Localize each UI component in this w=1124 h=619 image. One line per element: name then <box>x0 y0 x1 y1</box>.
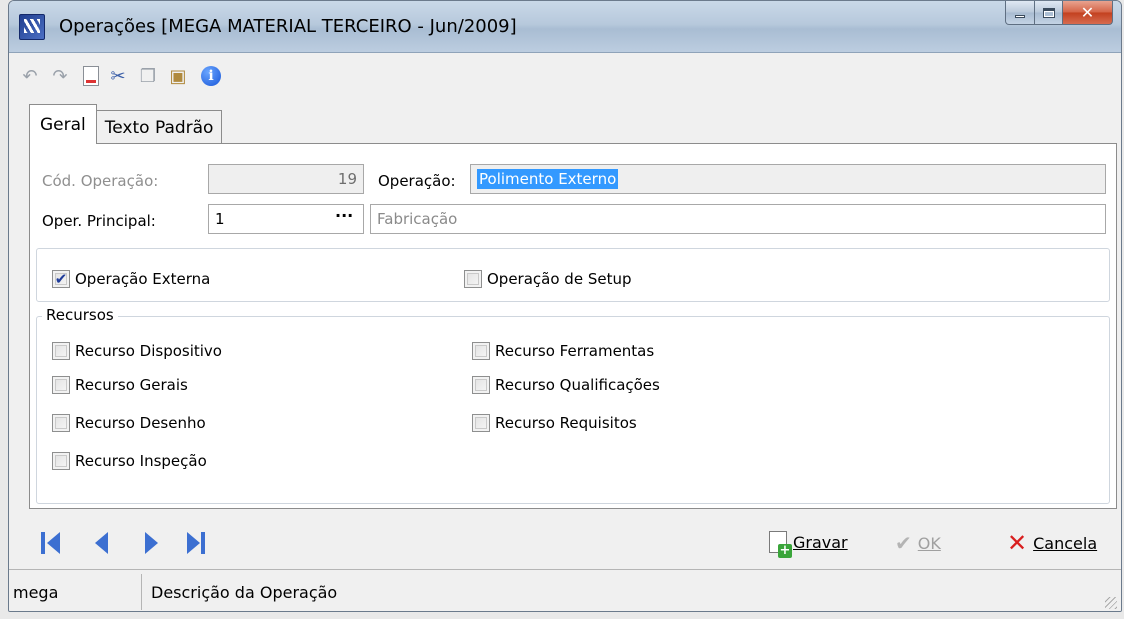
gravar-button[interactable]: Gravar <box>769 531 848 558</box>
tab-geral[interactable]: Geral <box>29 104 97 144</box>
oper-principal-desc: Fabricação <box>377 210 458 228</box>
operacao-input[interactable]: Polimento Externo <box>470 164 1106 194</box>
recurso-inspecao-checkbox[interactable]: Recurso Inspeção <box>52 452 207 470</box>
recurso-dispositivo-checkbox-box <box>52 342 70 360</box>
recurso-dispositivo-label: Recurso Dispositivo <box>75 342 222 360</box>
window-controls: ✕ <box>1005 1 1113 29</box>
recurso-desenho-checkbox-box <box>52 414 70 432</box>
cancel-x-icon: ✕ <box>1007 529 1028 557</box>
ok-label: OK <box>917 533 941 553</box>
cancela-button[interactable]: ✕ Cancela <box>1007 531 1097 555</box>
operacao-setup-checkbox-box <box>464 270 482 288</box>
cod-operacao-field: 19 <box>208 164 364 194</box>
operacao-externa-label: Operação Externa <box>75 270 211 288</box>
recurso-inspecao-label: Recurso Inspeção <box>75 452 207 470</box>
last-record-icon <box>201 532 205 554</box>
recurso-inspecao-checkbox-box <box>52 452 70 470</box>
recurso-ferramentas-label: Recurso Ferramentas <box>495 342 655 360</box>
recurso-qualificacoes-checkbox-box <box>472 376 490 394</box>
window-title: Operações [MEGA MATERIAL TERCEIRO - Jun/… <box>59 16 517 37</box>
recurso-desenho-checkbox[interactable]: Recurso Desenho <box>52 414 206 432</box>
recurso-qualificacoes-label: Recurso Qualificações <box>495 376 660 394</box>
navigation-bar: Gravar ✔ OK ✕ Cancela <box>9 517 1121 567</box>
operacao-setup-label: Operação de Setup <box>487 270 632 288</box>
recurso-gerais-checkbox[interactable]: Recurso Gerais <box>52 376 188 394</box>
operacao-setup-checkbox[interactable]: Operação de Setup <box>464 270 631 288</box>
operacao-value: Polimento Externo <box>477 169 619 189</box>
close-button[interactable]: ✕ <box>1063 1 1113 25</box>
maximize-button[interactable] <box>1035 1 1063 25</box>
copy-icon[interactable]: ❐ <box>137 65 159 87</box>
new-document-icon[interactable] <box>83 66 99 86</box>
recurso-dispositivo-checkbox[interactable]: Recurso Dispositivo <box>52 342 222 360</box>
operacao-label: Operação: <box>378 172 456 190</box>
paste-icon[interactable]: ▣ <box>167 65 189 87</box>
cancela-label: Cancela <box>1033 533 1098 553</box>
maximize-icon <box>1042 7 1055 18</box>
status-description: Descrição da Operação <box>151 582 338 602</box>
recurso-ferramentas-checkbox[interactable]: Recurso Ferramentas <box>472 342 654 360</box>
status-user: mega <box>13 582 59 602</box>
tab-strip: Geral Texto Padrão <box>29 104 223 144</box>
last-record-button[interactable] <box>185 531 207 555</box>
operacoes-window: Operações [MEGA MATERIAL TERCEIRO - Jun/… <box>8 0 1122 612</box>
cod-operacao-value: 19 <box>337 170 357 188</box>
undo-icon[interactable]: ↶ <box>19 65 41 87</box>
oper-principal-value: 1 <box>215 210 225 228</box>
status-divider <box>141 574 142 610</box>
toolbar: ↶ ↷ ✂ ❐ ▣ i <box>9 54 1121 98</box>
recurso-qualificacoes-checkbox[interactable]: Recurso Qualificações <box>472 376 660 394</box>
recurso-desenho-label: Recurso Desenho <box>75 414 206 432</box>
oper-principal-desc-field: Fabricação <box>370 204 1106 234</box>
save-icon <box>769 531 792 558</box>
recurso-requisitos-checkbox-box <box>472 414 490 432</box>
cod-operacao-label: Cód. Operação: <box>42 172 159 190</box>
cut-icon[interactable]: ✂ <box>107 65 129 87</box>
first-record-arrow <box>47 532 60 554</box>
first-record-icon <box>41 532 45 554</box>
first-record-button[interactable] <box>41 531 63 555</box>
tab-texto-padrao[interactable]: Texto Padrão <box>95 110 223 144</box>
oper-principal-label: Oper. Principal: <box>42 212 156 230</box>
tab-panel-geral: Cód. Operação: 19 Operação: Polimento Ex… <box>29 143 1117 509</box>
recursos-caption: Recursos <box>42 306 118 324</box>
gravar-label: Gravar <box>793 532 848 552</box>
recurso-requisitos-checkbox[interactable]: Recurso Requisitos <box>472 414 637 432</box>
app-logo-icon <box>19 14 45 40</box>
redo-icon[interactable]: ↷ <box>49 65 71 87</box>
status-bar: mega Descrição da Operação <box>9 569 1121 611</box>
oper-principal-lookup-button[interactable]: ··· <box>335 206 353 225</box>
next-record-button[interactable] <box>141 531 163 555</box>
info-icon[interactable]: i <box>201 66 221 86</box>
close-icon: ✕ <box>1080 3 1095 22</box>
minimize-icon <box>1015 15 1025 18</box>
title-bar: Operações [MEGA MATERIAL TERCEIRO - Jun/… <box>9 1 1121 53</box>
minimize-button[interactable] <box>1005 1 1035 25</box>
previous-record-button[interactable] <box>91 531 113 555</box>
operacao-externa-checkbox[interactable]: ✔ Operação Externa <box>52 270 210 288</box>
last-record-arrow <box>187 532 200 554</box>
next-record-icon <box>145 532 158 554</box>
recurso-gerais-label: Recurso Gerais <box>75 376 188 394</box>
resize-grip-icon[interactable] <box>1105 597 1117 609</box>
recurso-requisitos-label: Recurso Requisitos <box>495 414 637 432</box>
operacao-externa-checkbox-box: ✔ <box>52 270 70 288</box>
ok-button[interactable]: ✔ OK <box>895 531 941 555</box>
recurso-ferramentas-checkbox-box <box>472 342 490 360</box>
checkmark-icon: ✔ <box>895 531 912 555</box>
previous-record-icon <box>95 532 108 554</box>
recurso-gerais-checkbox-box <box>52 376 70 394</box>
